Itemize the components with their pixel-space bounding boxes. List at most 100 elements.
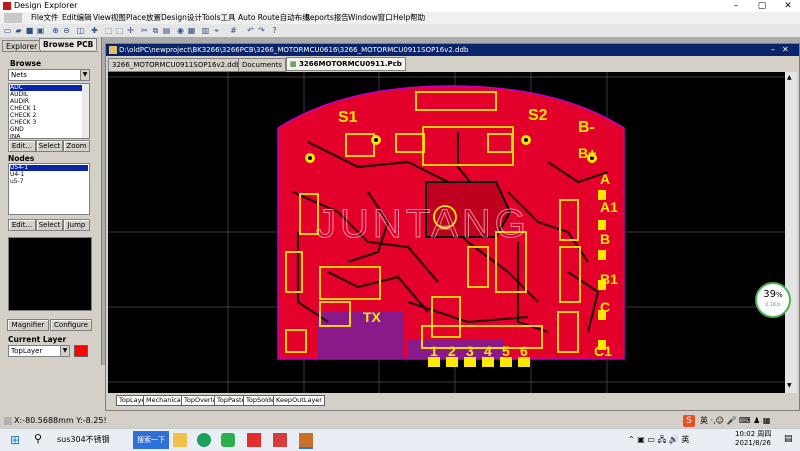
deselect-icon[interactable]: ⬚ <box>115 26 124 35</box>
pcb-canvas[interactable]: JUNTANG S1 S2 B- B+ A A1 B B1 C C1 TX 1 … <box>108 72 785 393</box>
app-red-icon[interactable] <box>247 433 261 447</box>
vertical-scrollbar[interactable]: ▲ ▼ <box>785 72 797 393</box>
chevron-down-icon[interactable]: ▼ <box>80 70 89 80</box>
svg-text:B-: B- <box>578 119 595 136</box>
library-icon[interactable]: ◉ <box>176 26 185 35</box>
svg-text:B+: B+ <box>578 145 596 161</box>
cut-icon[interactable]: ✂ <box>140 26 149 35</box>
perf-value: 39 <box>763 289 777 300</box>
measure-icon[interactable]: ⌖ <box>212 26 221 35</box>
menu-window[interactable]: Window窗口 <box>348 12 393 24</box>
scroll-down-icon[interactable]: ▼ <box>787 382 792 389</box>
layer-color-swatch[interactable] <box>74 345 88 357</box>
nets-list[interactable]: ADC AUDIL AUDIR CHECK 1 CHECK 2 CHECK 3 … <box>8 83 90 139</box>
scroll-up-icon[interactable]: ▲ <box>787 74 792 81</box>
svg-text:5: 5 <box>502 343 510 359</box>
system-menu-icon[interactable] <box>4 13 22 23</box>
zoom-out-icon[interactable]: ⊖ <box>62 26 71 35</box>
menu-auto-route[interactable]: Auto Route自动布线 <box>238 12 310 24</box>
copy-icon[interactable]: ⧉ <box>151 26 160 35</box>
wechat-icon[interactable] <box>221 433 235 447</box>
net-zoom-button[interactable]: Zoom <box>63 140 90 152</box>
doc-minimize-button[interactable]: – <box>771 44 775 56</box>
layers-icon[interactable]: ▥ <box>201 26 210 35</box>
tab-keepoutlayer[interactable]: KeepOutLayer <box>273 395 325 406</box>
net-select-button[interactable]: Select <box>36 140 63 152</box>
select-icon[interactable]: ⬚ <box>104 26 113 35</box>
protel-app-icon[interactable] <box>299 433 313 449</box>
current-layer-select[interactable]: TopLayer ▼ <box>8 345 70 357</box>
browser-icon[interactable] <box>197 433 211 447</box>
cross-select-icon[interactable]: ✚ <box>90 26 99 35</box>
net-edit-button[interactable]: Edit... <box>8 140 36 152</box>
watermark-text: JUNTANG <box>316 202 530 246</box>
move-icon[interactable]: ✛ <box>126 26 135 35</box>
list-item[interactable]: INA <box>10 134 20 138</box>
svg-text:A: A <box>600 171 610 187</box>
browse-select[interactable]: Nets ▼ <box>8 69 90 81</box>
list-item[interactable]: u5-7 <box>10 178 24 185</box>
svg-text:TX: TX <box>363 309 382 325</box>
nodes-list[interactable]: U54-1 U4-1 u5-7 <box>8 163 90 215</box>
clock-time[interactable]: 10:02 周四 <box>735 430 771 439</box>
close-button[interactable]: ✕ <box>775 0 800 12</box>
notification-icon[interactable]: ▤ <box>784 434 793 444</box>
node-select-button[interactable]: Select <box>36 219 63 231</box>
menu-file[interactable]: File文件 <box>31 12 59 24</box>
menu-design[interactable]: Design设计 <box>161 12 202 24</box>
doc-close-button[interactable]: ✕ <box>782 44 789 56</box>
minimize-button[interactable]: – <box>723 0 749 12</box>
tab-documents[interactable]: Documents <box>238 58 286 72</box>
menu-view[interactable]: View视图 <box>93 12 126 24</box>
current-layer-value: TopLayer <box>11 347 43 355</box>
search-button[interactable]: 搜索一下 <box>133 431 169 449</box>
taskbar-search-text[interactable]: sus304不锈钢 <box>57 434 110 445</box>
menu-place[interactable]: Place放置 <box>126 12 161 24</box>
svg-text:S2: S2 <box>528 107 548 124</box>
print-icon[interactable]: ▣ <box>36 26 45 35</box>
redo-icon[interactable]: ↷ <box>257 26 266 35</box>
menu-reports[interactable]: Reports报告 <box>305 12 349 24</box>
search-icon[interactable]: ⚲ <box>34 432 42 445</box>
ime-s-icon[interactable]: S <box>683 415 695 427</box>
new-file-icon[interactable]: ▭ <box>3 26 12 35</box>
app-pdf-icon[interactable] <box>273 433 287 447</box>
menu-edit[interactable]: Edit编辑 <box>62 12 92 24</box>
zoom-fit-icon[interactable]: ◫ <box>76 26 85 35</box>
layer-tabs: TopLayer Mechanical1 TopOverlay TopPaste… <box>108 394 785 406</box>
maximize-button[interactable]: ▢ <box>749 0 775 12</box>
component-icon[interactable]: ▦ <box>187 26 196 35</box>
zoom-in-icon[interactable]: ⊕ <box>51 26 60 35</box>
open-folder-icon[interactable]: ▰ <box>14 26 23 35</box>
magnifier-button[interactable]: Magnifier <box>7 319 49 331</box>
ime-tray-icons[interactable]: 英 ·,☺ 🎤 ⌨ ♟ ▦ <box>700 414 770 428</box>
menu-tools[interactable]: Tools工具 <box>202 12 235 24</box>
menu-help[interactable]: Help帮助 <box>393 12 425 24</box>
tab-browse-pcb[interactable]: Browse PCB <box>39 38 98 50</box>
node-jump-button[interactable]: Jump <box>63 219 90 231</box>
paste-icon[interactable]: ▤ <box>162 26 171 35</box>
nets-scrollbar[interactable] <box>82 84 89 138</box>
status-bar: X:-80.5688mm Y:-8.25! S 英 ·,☺ 🎤 ⌨ ♟ ▦ <box>0 414 800 428</box>
file-explorer-icon[interactable] <box>173 433 187 447</box>
list-item[interactable]: GND <box>10 126 24 133</box>
undo-icon[interactable]: ↶ <box>246 26 255 35</box>
chevron-down-icon[interactable]: ▼ <box>60 346 69 356</box>
node-edit-button[interactable]: Edit... <box>8 219 36 231</box>
performance-badge[interactable]: 39% 0.1K/s <box>755 282 791 318</box>
svg-text:B1: B1 <box>600 271 618 287</box>
clock-date[interactable]: 2021/8/26 <box>735 439 771 448</box>
window-title: Design Explorer <box>14 1 78 10</box>
save-icon[interactable]: ■ <box>25 26 34 35</box>
windows-start-icon[interactable]: ⊞ <box>10 433 20 447</box>
taskbar: ⊞ ⚲ sus304不锈钢 搜索一下 ⌃ ▣ ▭ 🖧 🔊 英 10:02 周四 … <box>0 428 800 451</box>
configure-button[interactable]: Configure <box>50 319 92 331</box>
help-icon[interactable]: ? <box>270 26 279 35</box>
svg-text:2: 2 <box>448 343 456 359</box>
grid-icon[interactable]: # <box>229 26 238 35</box>
tab-pcb[interactable]: ▦ 3266MOTORMCU0911.Pcb <box>286 57 406 71</box>
tab-ddb[interactable]: 3266_MOTORMCU0911SOP16v2.ddb <box>108 58 245 72</box>
tray-icons[interactable]: ⌃ ▣ ▭ 🖧 🔊 英 <box>628 434 689 448</box>
document-path: D:\oldPC\newproject\BK3266\3266PCB\3266_… <box>119 46 469 54</box>
mini-viewer[interactable] <box>8 237 92 311</box>
